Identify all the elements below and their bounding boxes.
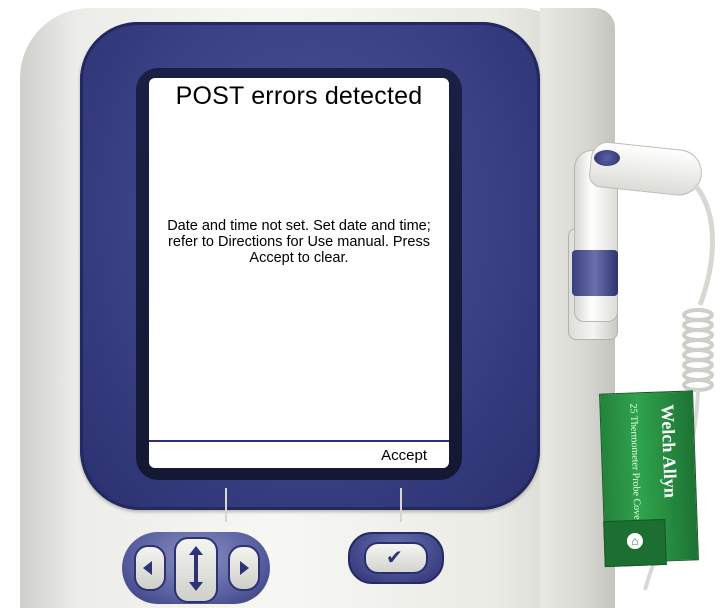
error-message: Date and time not set. Set date and time…	[167, 218, 431, 266]
probe-covers-box-end: ⌂	[603, 518, 667, 568]
navigation-pad	[122, 532, 270, 604]
lcd-screen: POST errors detected Date and time not s…	[149, 78, 449, 468]
up-down-icon	[194, 555, 198, 583]
probe-button	[594, 150, 620, 166]
screen-title: POST errors detected	[175, 82, 423, 110]
chevron-down-icon	[189, 582, 203, 591]
panel-groove-right	[400, 488, 402, 522]
chevron-up-icon	[189, 546, 203, 555]
nav-left-button[interactable]	[134, 545, 166, 591]
check-icon: ✔	[386, 547, 403, 569]
chevron-right-icon	[240, 561, 249, 575]
nav-right-button[interactable]	[228, 545, 260, 591]
softkey-divider	[149, 440, 449, 442]
chevron-left-icon	[143, 561, 152, 575]
home-icon: ⌂	[626, 532, 644, 550]
accept-softkey[interactable]: Accept	[381, 447, 427, 464]
select-button-face: ✔	[364, 542, 428, 574]
nav-up-down-button[interactable]	[174, 537, 218, 603]
select-button[interactable]: ✔	[348, 532, 444, 584]
brand-logo-text: Welch Allyn	[657, 403, 681, 499]
panel-groove-left	[225, 488, 227, 522]
covers-label: 25 Thermometer Probe Covers	[627, 403, 643, 528]
